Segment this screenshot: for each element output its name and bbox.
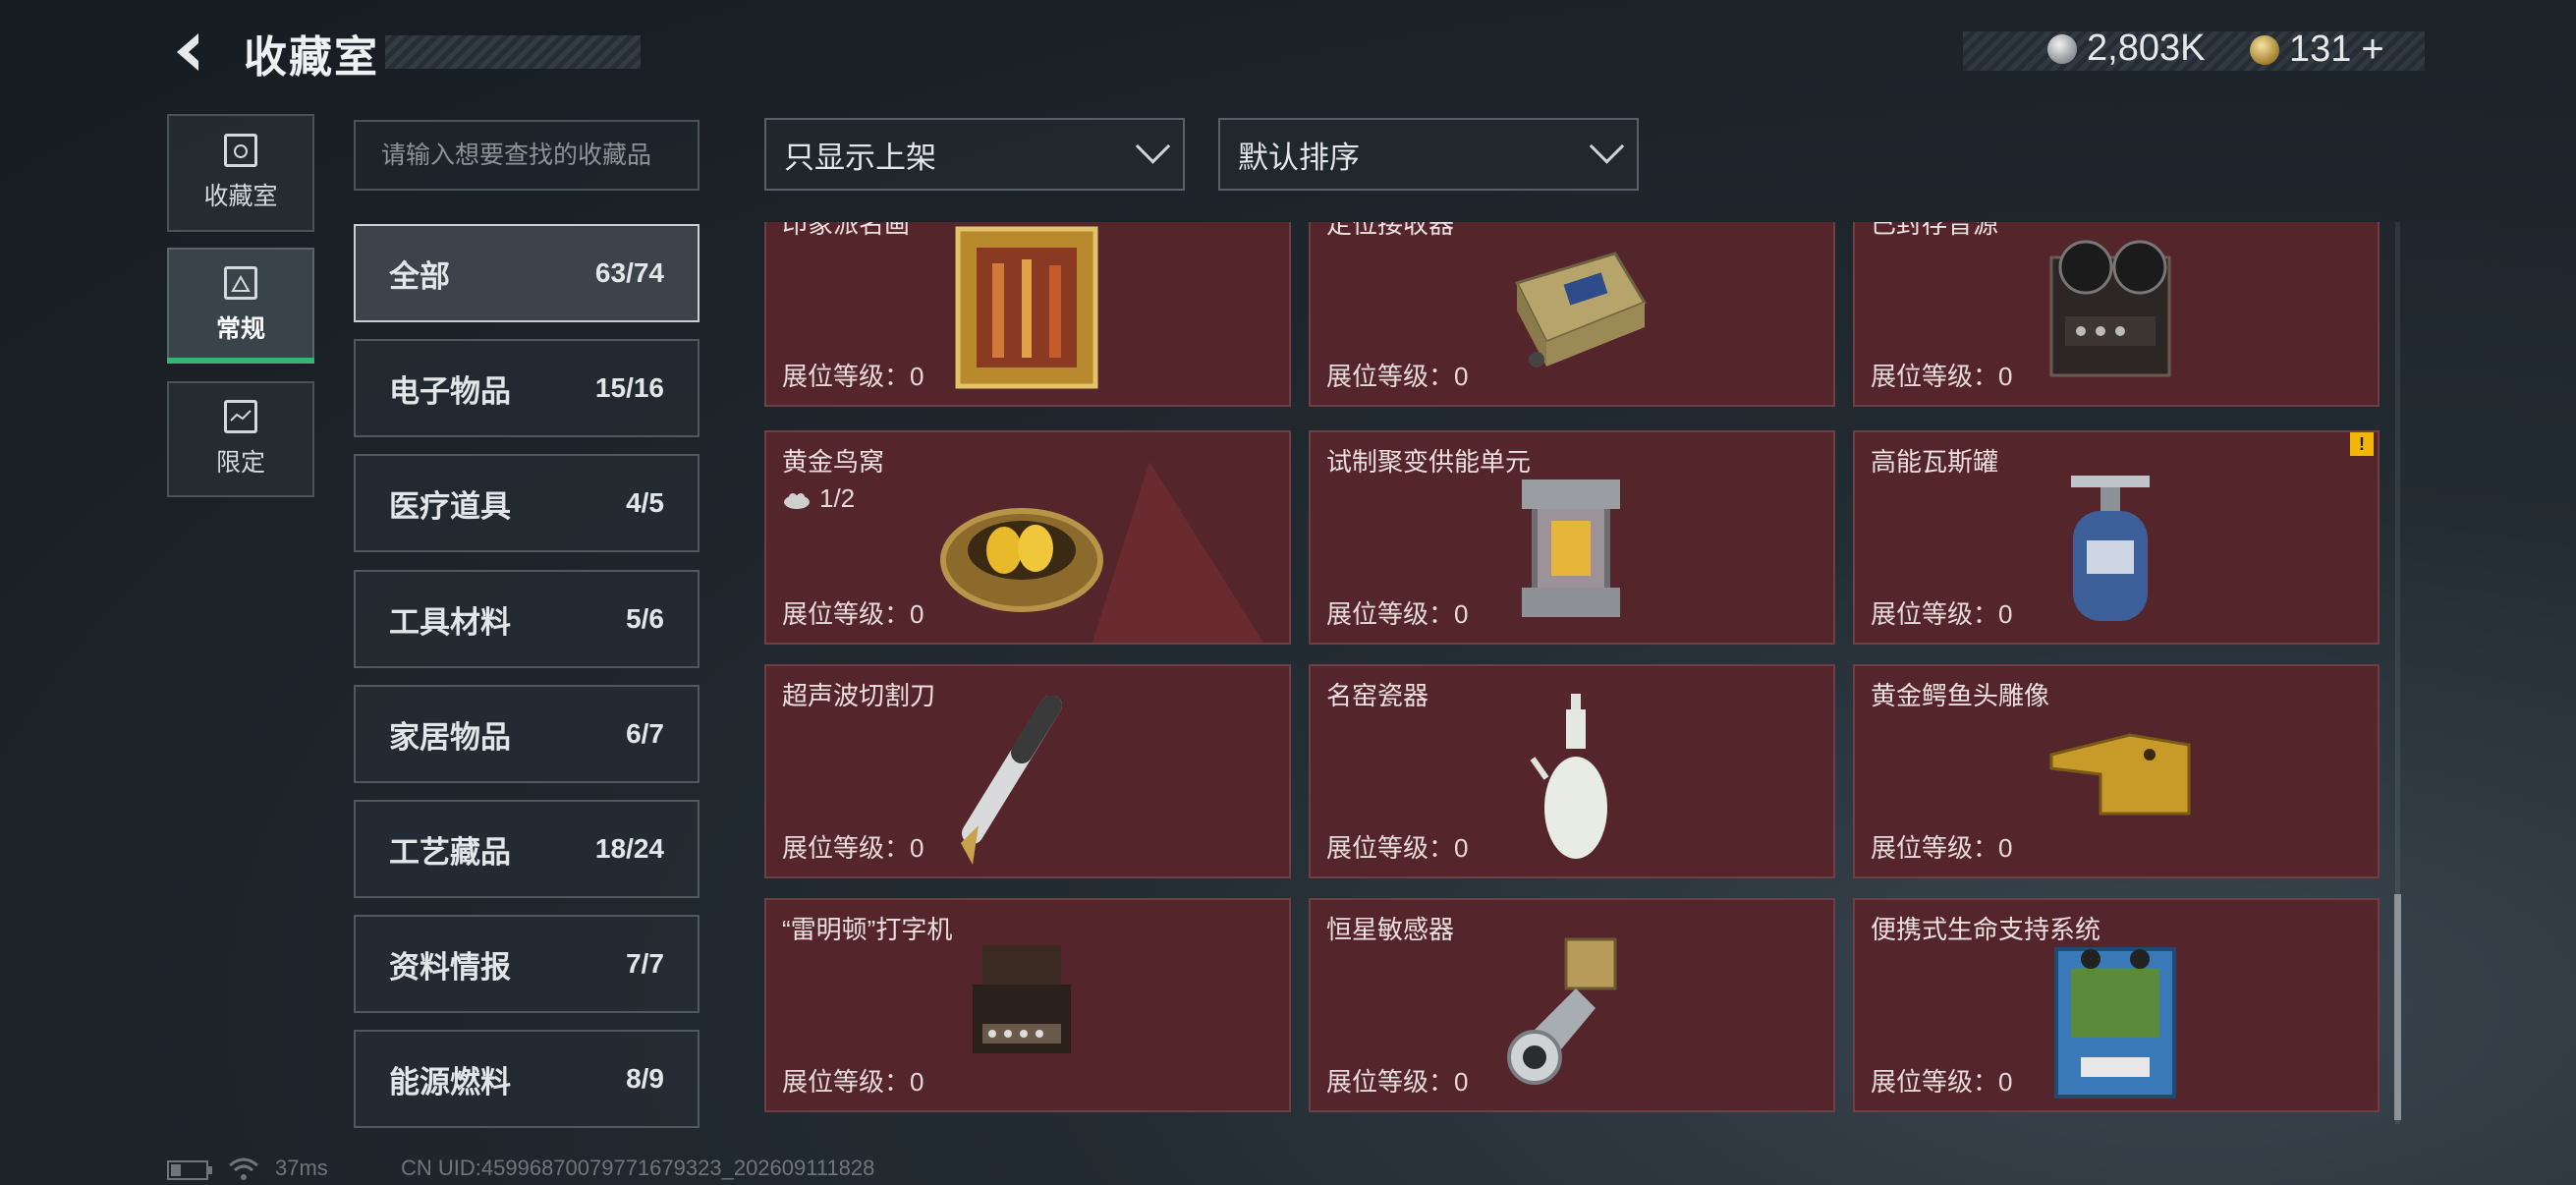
category-energy[interactable]: 能源燃料 8/9: [354, 1030, 700, 1128]
nav-regular[interactable]: 常规: [167, 248, 314, 364]
collection-grid: 印象派名画 展位等级：0 定位接收器 展位等级：0 已封存音源 展位等级：0 黄…: [764, 222, 2381, 1124]
image-frame-icon: [224, 266, 257, 300]
item-card[interactable]: 黄金鳄鱼头雕像 展位等级：0: [1853, 664, 2380, 878]
item-card[interactable]: 印象派名画 展位等级：0: [764, 222, 1291, 407]
item-card[interactable]: 已封存音源 展位等级：0: [1853, 222, 2380, 407]
item-card[interactable]: 黄金鸟窝 1/2 展位等级：0: [764, 430, 1291, 645]
add-currency-button[interactable]: +: [2361, 28, 2383, 72]
gold-currency[interactable]: 131 +: [2250, 28, 2384, 72]
chevron-down-icon: [1135, 128, 1171, 164]
category-tools[interactable]: 工具材料 5/6: [354, 570, 700, 668]
gas-canister-icon: [2071, 476, 2150, 621]
grid-scrollbar-thumb[interactable]: [2394, 894, 2401, 1120]
item-card[interactable]: 名窑瓷器 展位等级：0: [1309, 664, 1835, 878]
category-electronics[interactable]: 电子物品 15/16: [354, 339, 700, 437]
page-title: 收藏室: [244, 33, 379, 82]
item-card[interactable]: 试制聚变供能单元 展位等级：0: [1309, 430, 1835, 645]
golden-nest-icon: [940, 462, 1264, 643]
title-decoration: [385, 35, 641, 69]
typewriter-icon: [973, 945, 1071, 1053]
gold-coin-icon: [2250, 34, 2279, 65]
item-card[interactable]: 定位接收器 展位等级：0: [1309, 222, 1835, 407]
category-all[interactable]: 全部 63/74: [354, 224, 700, 322]
crocodile-statue-icon: [2049, 733, 2191, 816]
wifi-icon: [229, 1157, 258, 1180]
category-crafts[interactable]: 工艺藏品 18/24: [354, 800, 700, 898]
item-card[interactable]: 超声波切割刀 展位等级：0: [764, 664, 1291, 878]
nav-collection-room[interactable]: 收藏室: [167, 114, 314, 232]
painting-icon: [955, 226, 1098, 389]
nest-progress: 1/2: [782, 483, 855, 514]
nest-icon: [784, 492, 810, 509]
silver-coin-icon: [2047, 33, 2077, 64]
sort-dropdown[interactable]: 默认排序: [1218, 118, 1639, 191]
chevron-down-icon: [1589, 128, 1625, 164]
uid-readout: CN UID:45996870079771679323_202609111828: [401, 1156, 875, 1180]
fusion-cell-icon: [1522, 480, 1620, 617]
item-card[interactable]: 便携式生命支持系统 展位等级：0: [1853, 898, 2380, 1112]
receiver-icon: [1514, 252, 1648, 367]
battery-icon: [167, 1160, 212, 1180]
category-intel[interactable]: 资料情报 7/7: [354, 915, 700, 1013]
star-sensor-icon: [1507, 937, 1617, 1085]
nav-limited[interactable]: 限定: [167, 381, 314, 497]
ping-readout: 37ms: [275, 1156, 328, 1180]
item-card[interactable]: 高能瓦斯罐 ! 展位等级：0: [1853, 430, 2380, 645]
map-icon: [224, 400, 257, 433]
category-medical[interactable]: 医疗道具 4/5: [354, 454, 700, 552]
trophy-icon: [224, 134, 257, 167]
category-household[interactable]: 家居物品 6/7: [354, 685, 700, 783]
tape-recorder-icon: [2049, 240, 2171, 377]
item-card[interactable]: “雷明顿”打字机 展位等级：0: [764, 898, 1291, 1112]
life-support-icon: [2054, 947, 2176, 1099]
collection-search-input[interactable]: [354, 120, 700, 191]
cutter-icon: [961, 696, 1062, 865]
back-arrow-icon[interactable]: [165, 28, 214, 77]
item-card[interactable]: 恒星敏感器 展位等级：0: [1309, 898, 1835, 1112]
warning-badge: !: [2350, 432, 2374, 456]
porcelain-vase-icon: [1530, 694, 1607, 859]
display-filter-dropdown[interactable]: 只显示上架: [764, 118, 1185, 191]
silver-currency: 2,803K: [2047, 28, 2205, 70]
